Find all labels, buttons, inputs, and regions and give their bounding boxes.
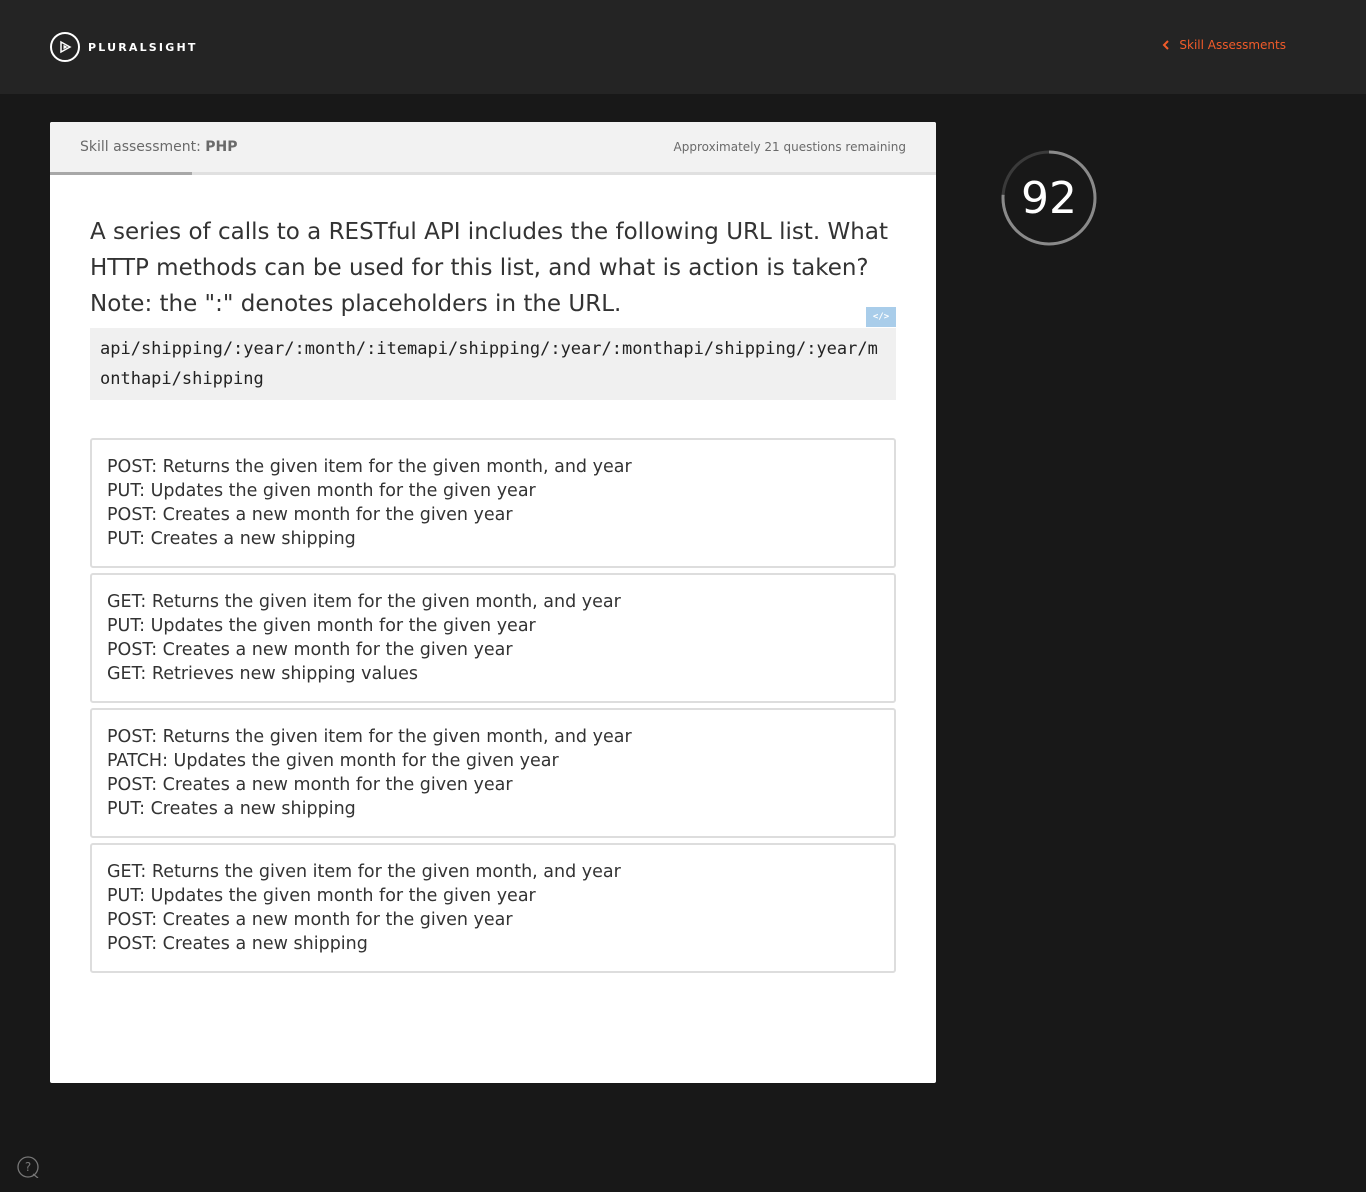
answer-option[interactable]: POST: Returns the given item for the giv… bbox=[90, 438, 896, 568]
answer-line: POST: Returns the given item for the giv… bbox=[107, 457, 632, 477]
back-link-label: Skill Assessments bbox=[1179, 38, 1286, 52]
question-text: A series of calls to a RESTful API inclu… bbox=[90, 219, 888, 317]
answer-line: PUT: Updates the given month for the giv… bbox=[107, 886, 536, 906]
question-card: Skill assessment: PHP Approximately 21 q… bbox=[50, 122, 936, 1083]
assessment-label-prefix: Skill assessment: bbox=[80, 139, 201, 155]
answer-option[interactable]: POST: Returns the given item for the giv… bbox=[90, 708, 896, 838]
answer-list: POST: Returns the given item for the giv… bbox=[90, 438, 896, 978]
answer-line: GET: Returns the given item for the give… bbox=[107, 592, 621, 612]
brand-name: PLURALSIGHT bbox=[88, 40, 198, 54]
assessment-header: Skill assessment: PHP Approximately 21 q… bbox=[50, 122, 936, 175]
answer-line: PUT: Creates a new shipping bbox=[107, 799, 356, 819]
skill-assessments-back-link[interactable]: Skill Assessments bbox=[1162, 38, 1286, 52]
progress-bar bbox=[50, 172, 192, 175]
answer-line: POST: Creates a new month for the given … bbox=[107, 910, 513, 930]
answer-line: GET: Returns the given item for the give… bbox=[107, 862, 621, 882]
code-toggle-button[interactable]: </> bbox=[866, 307, 896, 327]
help-button[interactable]: ? bbox=[17, 1156, 39, 1179]
answer-line: PUT: Updates the given month for the giv… bbox=[107, 616, 536, 636]
pluralsight-logo[interactable]: PLURALSIGHT bbox=[50, 32, 198, 62]
top-bar: PLURALSIGHT Skill Assessments bbox=[0, 0, 1366, 94]
answer-line: PUT: Updates the given month for the giv… bbox=[107, 481, 536, 501]
answer-line: POST: Creates a new month for the given … bbox=[107, 640, 513, 660]
code-block: api/shipping/:year/:month/:itemapi/shipp… bbox=[90, 328, 896, 400]
assessment-subject: PHP bbox=[205, 139, 238, 155]
answer-line: GET: Retrieves new shipping values bbox=[107, 664, 419, 684]
svg-text:?: ? bbox=[25, 1160, 31, 1174]
chevron-left-icon bbox=[1162, 40, 1170, 50]
answer-option[interactable]: GET: Returns the given item for the give… bbox=[90, 843, 896, 973]
countdown-timer: 92 bbox=[1001, 150, 1097, 246]
help-icon: ? bbox=[17, 1156, 39, 1179]
answer-line: PATCH: Updates the given month for the g… bbox=[107, 751, 559, 771]
answer-option[interactable]: GET: Returns the given item for the give… bbox=[90, 573, 896, 703]
answer-line: POST: Creates a new shipping bbox=[107, 934, 368, 954]
answer-line: POST: Creates a new month for the given … bbox=[107, 775, 513, 795]
answer-line: POST: Returns the given item for the giv… bbox=[107, 727, 632, 747]
assessment-title: Skill assessment: PHP bbox=[80, 139, 238, 155]
answer-line: POST: Creates a new month for the given … bbox=[107, 505, 513, 525]
timer-seconds: 92 bbox=[1021, 172, 1077, 224]
answer-line: PUT: Creates a new shipping bbox=[107, 529, 356, 549]
play-logo-icon bbox=[50, 32, 80, 62]
questions-remaining: Approximately 21 questions remaining bbox=[673, 140, 907, 154]
